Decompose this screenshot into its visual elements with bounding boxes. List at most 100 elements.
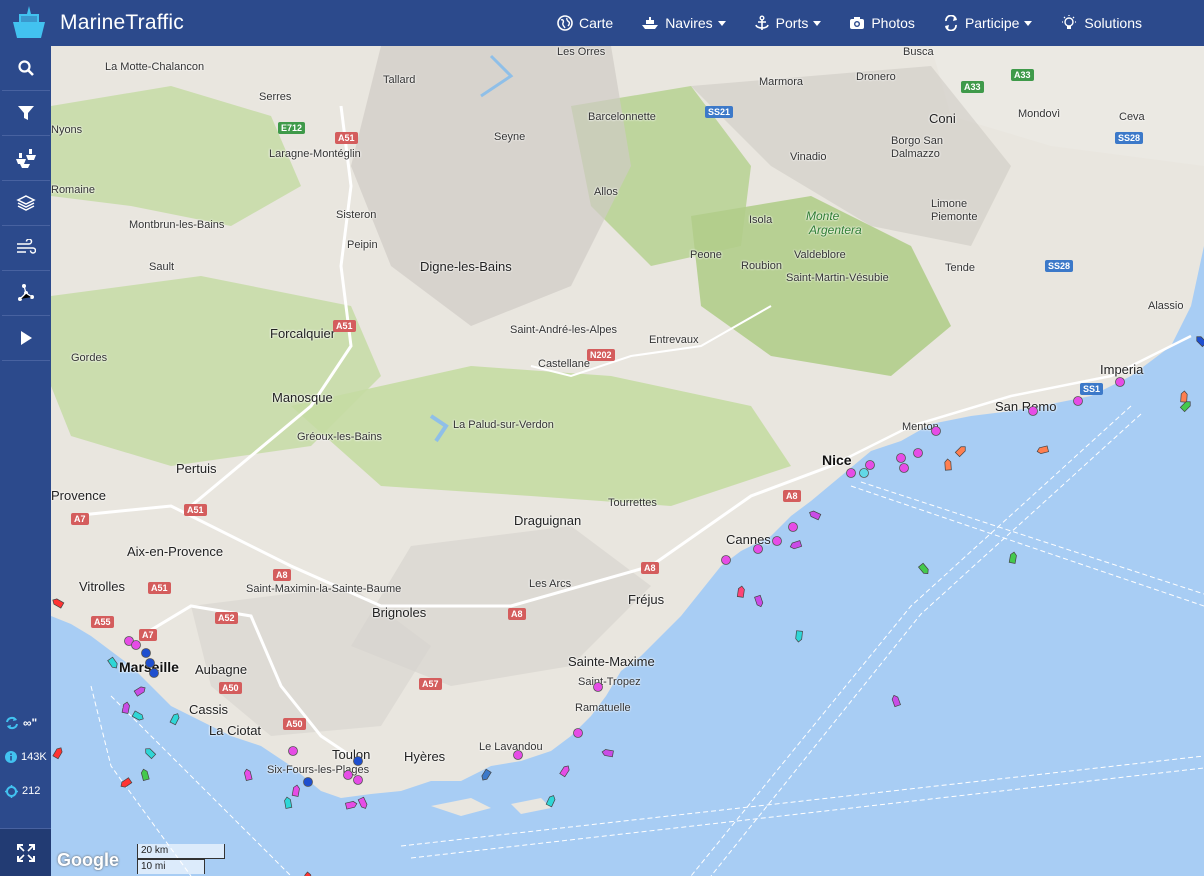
road-shield: A51 [148,582,171,594]
vessel-underway-marker[interactable] [119,776,133,790]
nav-ports[interactable]: Ports [740,0,836,46]
road-shield: SS28 [1115,132,1144,144]
place-label: Alassio [1148,300,1184,312]
vessel-underway-marker[interactable] [133,684,147,698]
vessel-underway-marker[interactable] [544,794,558,808]
vessel-underway-marker[interactable] [601,746,615,760]
place-label: Roubion [741,260,782,272]
vessel-underway-marker[interactable] [954,444,968,458]
vessel-anchored-marker[interactable] [1071,394,1085,408]
vessel-underway-marker[interactable] [131,709,145,723]
scale-km: 20 km [137,844,225,859]
vessel-underway-marker[interactable] [51,596,65,610]
nav-ports-label: Ports [775,15,809,31]
place-label: Nyons [51,124,83,136]
place-label: Sainte-Maxime [568,654,655,669]
vessel-underway-marker[interactable] [356,796,370,810]
vessel-anchored-marker[interactable] [571,726,585,740]
place-label: Gordes [71,352,108,364]
vessel-underway-marker[interactable] [1194,334,1204,348]
place-label: Saint-Tropez [578,676,641,688]
vessel-anchored-marker[interactable] [1026,404,1040,418]
brand[interactable]: MarineTraffic [0,0,184,46]
vessel-underway-marker[interactable] [143,746,157,760]
vessel-underway-marker[interactable] [51,746,65,760]
fullscreen-button[interactable] [0,828,51,876]
vessel-anchored-marker[interactable] [929,424,943,438]
vessel-underway-marker[interactable] [301,871,315,876]
layers-button[interactable] [2,181,50,226]
road-shield: A33 [961,81,984,93]
road-shield: A51 [333,320,356,332]
globe-icon [557,15,573,31]
scale-mi: 10 mi [137,859,205,874]
place-label: Aubagne [195,662,248,677]
road-shield: A57 [419,678,442,690]
vessel-underway-marker[interactable] [168,712,182,726]
vessel-anchored-marker[interactable] [911,446,925,460]
vessel-underway-marker[interactable] [1036,443,1050,457]
vessel-anchored-marker[interactable] [351,754,365,768]
vessel-underway-marker[interactable] [789,538,803,552]
vessel-underway-marker[interactable] [479,768,493,782]
nav-carte[interactable]: Carte [543,0,627,46]
map-canvas[interactable]: Les Orres Busca La Motte-Chalancon Tallard M… [51,46,1204,876]
vessel-anchored-marker[interactable] [751,542,765,556]
nav-participe[interactable]: Participe [929,0,1046,46]
vessel-count-value: 143K [21,751,47,763]
vessel-anchored-marker[interactable] [511,748,525,762]
vessel-anchored-marker[interactable] [719,553,733,567]
density-button[interactable] [2,271,50,316]
place-label: Ramatuelle [575,702,631,714]
place-label: Busca [903,46,934,58]
vessel-anchored-marker[interactable] [286,744,300,758]
camera-icon [850,17,865,29]
place-label: Brignoles [372,605,427,620]
place-label: Peipin [347,239,378,251]
nav-participe-label: Participe [964,15,1020,31]
place-label: Gréoux-les-Bains [297,431,382,443]
vessel-underway-marker[interactable] [1006,551,1020,565]
vessel-underway-marker[interactable] [917,562,931,576]
road-shield: A8 [508,608,526,620]
map-scale: 20 km 10 mi [137,844,225,874]
vessel-anchored-marker[interactable] [351,773,365,787]
vessel-underway-marker[interactable] [281,796,295,810]
vessel-underway-marker[interactable] [1179,399,1193,413]
vessel-underway-marker[interactable] [941,458,955,472]
vessel-anchored-marker[interactable] [301,775,315,789]
refresh-stat[interactable]: ∞" [0,706,51,740]
vessel-underway-marker[interactable] [752,594,766,608]
nav-solutions[interactable]: Solutions [1046,0,1156,46]
vessel-underway-marker[interactable] [106,656,120,670]
vessel-anchored-marker[interactable] [857,466,871,480]
vessel-underway-marker[interactable] [792,629,806,643]
fleet-button[interactable] [2,136,50,181]
search-button[interactable] [2,46,50,91]
filter-button[interactable] [2,91,50,136]
vessel-anchored-marker[interactable] [897,461,911,475]
road-shield: N202 [587,349,615,361]
vessel-anchored-marker[interactable] [786,520,800,534]
vessel-underway-marker[interactable] [138,768,152,782]
vessel-underway-marker[interactable] [558,764,572,778]
fleet-icon [16,149,36,168]
vessel-underway-marker[interactable] [808,508,822,522]
chevron-down-icon [813,20,822,26]
playback-button[interactable] [2,316,50,361]
vessel-anchored-marker[interactable] [844,466,858,480]
vessel-underway-marker[interactable] [119,701,133,715]
vessel-anchored-marker[interactable] [591,680,605,694]
vessel-underway-marker[interactable] [241,768,255,782]
vessel-underway-marker[interactable] [889,694,903,708]
vessel-anchored-marker[interactable] [770,534,784,548]
vessel-anchored-marker[interactable] [147,666,161,680]
nav-navires[interactable]: Navires [627,0,739,46]
place-label: Serres [259,91,292,103]
nav-photos[interactable]: Photos [835,0,929,46]
weather-button[interactable] [2,226,50,271]
vessel-anchored-marker[interactable] [1113,375,1127,389]
vessel-underway-marker[interactable] [734,585,748,599]
place-label: Vinadio [790,151,827,163]
place-label: Saint-André-les-Alpes [510,324,617,336]
